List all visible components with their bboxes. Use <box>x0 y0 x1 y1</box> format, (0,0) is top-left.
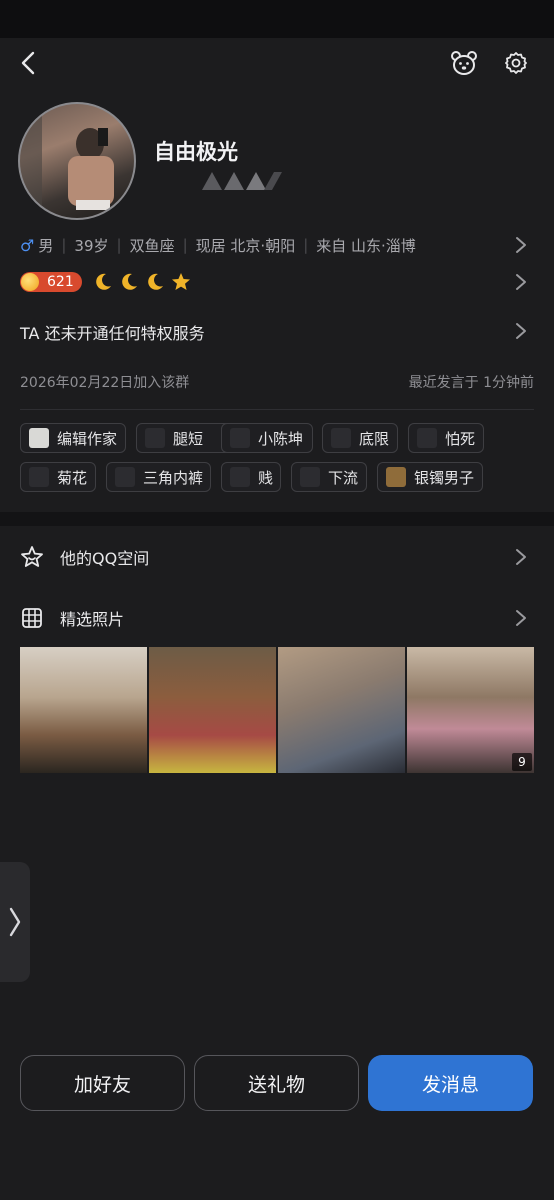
tag-item[interactable]: 腿短 <box>136 423 231 453</box>
tag-label: 贱 <box>258 468 274 487</box>
add-friend-button[interactable]: 加好友 <box>20 1055 185 1111</box>
tag-item[interactable]: 怕死 <box>408 423 484 453</box>
divider: | <box>116 236 122 254</box>
tag-item[interactable]: 菊花 <box>20 462 96 492</box>
top-bar <box>0 38 554 88</box>
male-icon: ♂ <box>20 235 35 255</box>
gear-icon <box>505 52 527 74</box>
photo-thumbnail[interactable]: 9 <box>407 647 534 773</box>
last-spoke: 最近发言于 1分钟前 <box>408 375 534 391</box>
profile-info-row[interactable]: ♂ 男 | 39岁 | 双鱼座 | 现居 北京·朝阳 | 来自 山东·淄博 <box>20 232 534 258</box>
tag-label: 底限 <box>359 429 390 448</box>
star-outline-icon <box>20 545 44 569</box>
back-button[interactable] <box>14 48 44 78</box>
tag-item[interactable]: 三角内裤 <box>106 462 211 492</box>
tag-thumb <box>331 428 351 448</box>
level-badge: 621 <box>20 272 82 292</box>
moon-icon <box>96 273 111 290</box>
photo-thumbnail[interactable] <box>278 647 405 773</box>
qzone-row[interactable]: 他的QQ空间 <box>20 537 534 577</box>
settings-button[interactable] <box>500 47 532 79</box>
tag-item[interactable]: 银镯男子 <box>377 462 483 492</box>
tag-thumb <box>230 467 250 487</box>
avatar-photo <box>20 104 114 218</box>
grid-icon <box>20 606 44 630</box>
tag-thumb <box>29 467 49 487</box>
tag-label: 编辑作家 <box>57 429 118 448</box>
qzone-label: 他的QQ空间 <box>60 549 150 568</box>
divider <box>20 409 534 410</box>
photos-label: 精选照片 <box>60 610 125 629</box>
star-icon <box>172 273 190 290</box>
chevron-right-icon <box>508 318 534 344</box>
moon-icon <box>122 273 137 290</box>
tag-thumb <box>145 428 165 448</box>
tag-label: 银镯男子 <box>414 468 475 487</box>
chevron-left-icon <box>21 51 35 75</box>
tag-item[interactable]: 小陈坤 <box>221 423 313 453</box>
chevron-right-icon <box>508 269 534 295</box>
zodiac-text: 双鱼座 <box>129 236 175 255</box>
photos-row[interactable]: 精选照片 <box>20 598 534 638</box>
tag-thumb <box>386 467 406 487</box>
photo-count-badge: 9 <box>512 753 532 771</box>
coin-icon <box>21 273 39 291</box>
tag-item[interactable]: 底限 <box>322 423 398 453</box>
bear-icon <box>451 51 477 75</box>
tag-label: 小陈坤 <box>258 429 304 448</box>
tag-thumb <box>115 467 135 487</box>
tag-label: 怕死 <box>445 429 476 448</box>
divider: | <box>182 236 188 254</box>
tag-label: 下流 <box>328 468 359 487</box>
side-drawer-handle[interactable] <box>0 862 30 982</box>
tag-item[interactable]: 编辑作家 <box>20 423 126 453</box>
divider: | <box>61 236 67 254</box>
moon-icon <box>148 273 163 290</box>
photo-strip: 9 <box>20 647 534 773</box>
avatar[interactable] <box>18 102 136 220</box>
photo-thumbnail[interactable] <box>149 647 276 773</box>
level-row[interactable]: 621 <box>20 269 534 295</box>
level-value: 621 <box>47 274 74 290</box>
send-message-button[interactable]: 发消息 <box>368 1055 533 1111</box>
status-bar <box>0 0 554 38</box>
tag-label: 菊花 <box>57 468 88 487</box>
tag-label: 腿短 <box>173 429 204 448</box>
tag-item[interactable]: 下流 <box>291 462 367 492</box>
nickname: 自由极光 <box>154 140 238 164</box>
join-date: 2026年02月22日加入该群 <box>20 375 190 391</box>
chevron-right-icon <box>508 605 534 631</box>
level-icons <box>92 271 192 293</box>
tag-thumb <box>29 428 49 448</box>
tag-thumb <box>417 428 437 448</box>
tag-thumb <box>230 428 250 448</box>
bear-button[interactable] <box>448 47 480 79</box>
photo-thumbnail[interactable] <box>20 647 147 773</box>
chevron-right-icon <box>508 544 534 570</box>
group-info-row: 2026年02月22日加入该群 最近发言于 1分钟前 <box>20 370 534 394</box>
send-gift-button[interactable]: 送礼物 <box>194 1055 359 1111</box>
divider: | <box>303 236 309 254</box>
age-text: 39岁 <box>74 236 109 255</box>
location-text: 现居 北京·朝阳 <box>195 236 296 255</box>
tag-thumb <box>300 467 320 487</box>
section-divider <box>0 512 554 526</box>
tag-label: 三角内裤 <box>143 468 204 487</box>
privilege-row[interactable]: TA 还未开通任何特权服务 <box>20 318 534 346</box>
gender-text: 男 <box>38 236 54 255</box>
privilege-text: TA 还未开通任何特权服务 <box>20 324 205 343</box>
chevron-right-icon <box>508 232 534 258</box>
tag-item[interactable]: 贱 <box>221 462 281 492</box>
chevron-right-icon <box>9 907 21 937</box>
hometown-text: 来自 山东·淄博 <box>316 236 416 255</box>
nickname-decoration <box>196 170 282 196</box>
